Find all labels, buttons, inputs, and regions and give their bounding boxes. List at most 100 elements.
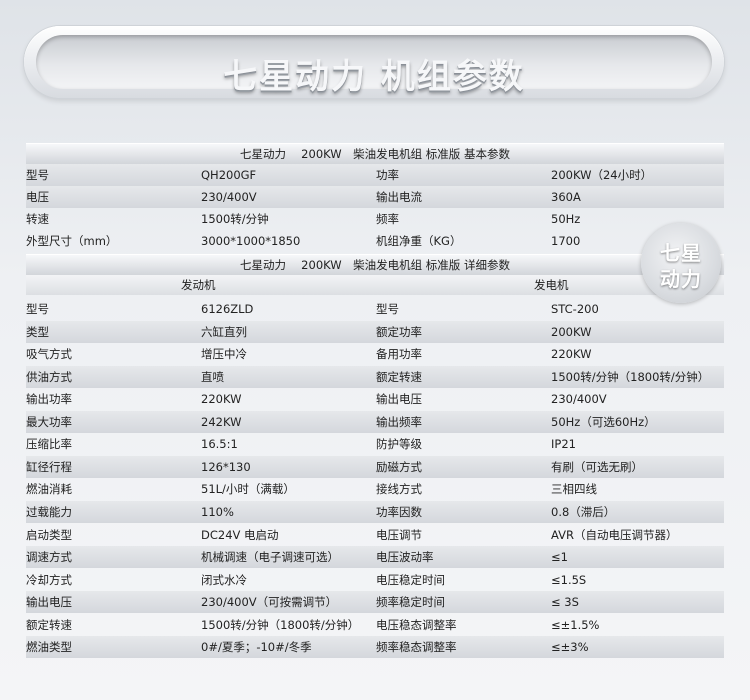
param-label: 吸气方式 (26, 347, 72, 362)
param-label: 频率稳定时间 (376, 595, 445, 610)
param-value: 0#/夏季；-10#/冬季 (201, 640, 312, 655)
table-row: 外型尺寸（mm） 3000*1000*1850 机组净重（KG） 1700 (26, 230, 724, 252)
param-value: 242KW (201, 414, 242, 429)
param-value: 3000*1000*1850 (201, 234, 301, 248)
param-value: 6126ZLD (201, 302, 254, 316)
param-value: 360A (551, 190, 581, 204)
param-value: 有刷（可选无刷） (551, 459, 643, 474)
table-row: 冷却方式 闭式水冷 电压稳定时间 ≤1.5S (26, 569, 724, 591)
param-value: 直喷 (201, 369, 224, 384)
generator-section-label: 发电机 (534, 278, 569, 292)
table-row: 转速 1500转/分钟 频率 50Hz (26, 208, 724, 230)
table-row: 额定转速 1500转/分钟（1800转/分钟） 电压稳态调整率 ≤±1.5% (26, 614, 724, 636)
table-row: 压缩比率 16.5:1 防护等级 IP21 (26, 433, 724, 455)
table-row: 类型 六缸直列 额定功率 200KW (26, 320, 724, 343)
param-label: 型号 (376, 302, 399, 316)
param-label: 外型尺寸（mm） (26, 234, 118, 248)
param-value: ≤±3% (551, 640, 589, 655)
brand-logo-line1: 七星 (660, 241, 702, 265)
param-value: 1500转/分钟（1800转/分钟） (551, 369, 710, 384)
title-banner-inset: 七星动力 机组参数 (36, 35, 712, 97)
page-title: 七星动力 机组参数 (223, 57, 525, 97)
param-value: 230/400V（可按需调节） (201, 595, 338, 610)
param-value: 机械调速（电子调速可选） (201, 550, 339, 565)
param-value: 16.5:1 (201, 437, 238, 452)
brand-logo: 七星 动力 (641, 223, 721, 303)
param-label: 型号 (26, 302, 49, 316)
param-value: 0.8（滞后） (551, 504, 616, 519)
param-value: ≤1.5S (551, 572, 587, 587)
param-label: 频率稳态调整率 (376, 640, 457, 655)
param-label: 励磁方式 (376, 459, 422, 474)
table-row: 型号 QH200GF 功率 200KW（24小时） (26, 164, 724, 186)
param-value: 闭式水冷 (201, 572, 247, 587)
param-value: 六缸直列 (201, 324, 247, 339)
param-value: DC24V 电启动 (201, 527, 279, 542)
param-value: 三相四线 (551, 482, 597, 497)
table-row: 电压 230/400V 输出电流 360A (26, 186, 724, 208)
param-label: 电压波动率 (376, 550, 434, 565)
param-value: 51L/小时（满载） (201, 482, 295, 497)
param-label: 输出频率 (376, 414, 422, 429)
param-value: 200KW (551, 324, 592, 339)
table-row: 吸气方式 增压中冷 备用功率 220KW (26, 343, 724, 365)
param-label: 防护等级 (376, 437, 422, 452)
table-row: 启动类型 DC24V 电启动 电压调节 AVR（自动电压调节器） (26, 524, 724, 546)
param-label: 过载能力 (26, 504, 72, 519)
param-value: IP21 (551, 437, 576, 452)
param-label: 机组净重（KG） (376, 234, 462, 248)
param-label: 启动类型 (26, 527, 72, 542)
param-value: 230/400V (551, 392, 607, 407)
param-label: 备用功率 (376, 347, 422, 362)
param-label: 输出电流 (376, 190, 422, 204)
table-row: 燃油消耗 51L/小时（满载） 接线方式 三相四线 (26, 478, 724, 500)
param-value: 200KW（24小时） (551, 168, 653, 182)
param-label: 压缩比率 (26, 437, 72, 452)
param-value: 1500转/分钟 (201, 212, 269, 226)
param-label: 供油方式 (26, 369, 72, 384)
param-value: 126*130 (201, 459, 251, 474)
table-row: 最大功率 242KW 输出频率 50Hz（可选60Hz） (26, 410, 724, 433)
param-label: 电压稳定时间 (376, 572, 445, 587)
param-label: 电压稳态调整率 (376, 617, 457, 632)
basic-params-header: 七星动力 200KW 柴油发电机组 标准版 基本参数 (26, 143, 724, 164)
param-label: 冷却方式 (26, 572, 72, 587)
engine-section-label: 发动机 (181, 278, 216, 292)
param-value: 1500转/分钟（1800转/分钟） (201, 617, 360, 632)
param-label: 类型 (26, 324, 49, 339)
param-label: 型号 (26, 168, 49, 182)
table-row: 调速方式 机械调速（电子调速可选） 电压波动率 ≤1 (26, 546, 724, 569)
param-label: 输出电压 (376, 392, 422, 407)
param-label: 输出电压 (26, 595, 72, 610)
table-row: 输出电压 230/400V（可按需调节） 频率稳定时间 ≤ 3S (26, 591, 724, 614)
param-value: 50Hz (551, 212, 581, 226)
param-value: ≤1 (551, 550, 568, 565)
param-label: 功率 (376, 168, 399, 182)
param-value: 230/400V (201, 190, 257, 204)
param-label: 额定功率 (376, 324, 422, 339)
param-label: 输出功率 (26, 392, 72, 407)
param-value: 50Hz（可选60Hz） (551, 414, 656, 429)
table-row: 过载能力 110% 功率因数 0.8（滞后） (26, 500, 724, 523)
param-value: STC-200 (551, 302, 599, 316)
param-label: 转速 (26, 212, 49, 226)
detail-params-header: 七星动力 200KW 柴油发电机组 标准版 详细参数 (26, 254, 724, 275)
param-value: ≤±1.5% (551, 617, 600, 632)
param-label: 额定转速 (376, 369, 422, 384)
param-label: 额定转速 (26, 617, 72, 632)
param-label: 燃油消耗 (26, 482, 72, 497)
table-row: 供油方式 直喷 额定转速 1500转/分钟（1800转/分钟） (26, 365, 724, 388)
detail-subheader: 发动机 发电机 (26, 275, 724, 295)
param-value: 110% (201, 504, 234, 519)
param-label: 接线方式 (376, 482, 422, 497)
table-row: 缸径行程 126*130 励磁方式 有刷（可选无刷） (26, 455, 724, 478)
param-value: 1700 (551, 234, 581, 248)
param-label: 频率 (376, 212, 399, 226)
param-value: 220KW (201, 392, 242, 407)
brand-logo-line2: 动力 (660, 267, 702, 291)
param-value: QH200GF (201, 168, 257, 182)
table-row: 型号 6126ZLD 型号 STC-200 (26, 298, 724, 320)
table-row: 输出功率 220KW 输出电压 230/400V (26, 388, 724, 410)
param-label: 电压 (26, 190, 49, 204)
param-label: 缸径行程 (26, 459, 72, 474)
